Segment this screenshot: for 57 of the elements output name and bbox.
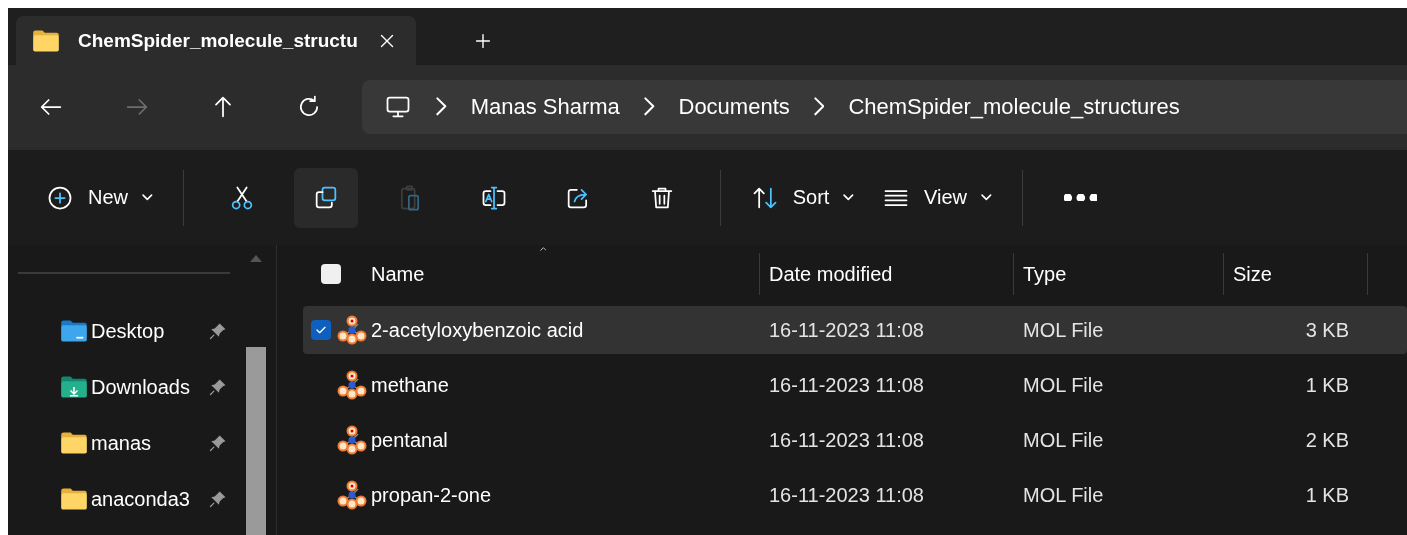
breadcrumb-link[interactable]: ChemSpider_molecule_structures <box>848 93 1180 120</box>
sidebar-item[interactable]: manas <box>8 418 244 468</box>
new-button[interactable]: New <box>32 167 167 228</box>
sort-button[interactable]: Sort <box>736 167 868 228</box>
sort-caret-icon <box>539 247 547 251</box>
folder-icon <box>32 28 60 53</box>
molecule-icon <box>337 425 367 455</box>
file-name: pentanal <box>371 428 449 452</box>
folder-icon <box>60 431 88 455</box>
file-row[interactable]: pentanal 16-11-2023 11:08 MOL File 2 KB <box>303 416 1407 464</box>
size-cell-text: 1 KB <box>1304 373 1350 397</box>
breadcrumb-link[interactable]: Documents <box>678 93 790 120</box>
chevron-down-icon <box>981 194 992 201</box>
molecule-icon <box>337 370 367 400</box>
folder-icon <box>60 487 88 511</box>
chevron-down-icon <box>142 194 153 201</box>
size-cell-text: 1 KB <box>1304 483 1350 507</box>
molecule-icon <box>337 315 367 345</box>
chevron-down-icon <box>843 194 854 201</box>
select-all-checkbox[interactable] <box>321 264 341 284</box>
file-name: 2-acetyloxybenzoic acid <box>371 318 585 342</box>
column-header[interactable]: Date modified <box>769 262 893 286</box>
chevron-icon <box>436 97 447 116</box>
sidebar-item[interactable]: Desktop <box>8 306 244 356</box>
file-row[interactable]: propan-2-one 16-11-2023 11:08 MOL File 1 KB <box>303 471 1407 519</box>
type-cell-text: MOL File <box>1022 428 1105 452</box>
file-row[interactable]: methane 16-11-2023 11:08 MOL File 1 KB <box>303 361 1407 409</box>
molecule-icon <box>337 480 367 510</box>
sidebar-item[interactable]: anaconda3 <box>8 474 244 524</box>
scrollbar-thumb[interactable] <box>246 347 266 535</box>
breadcrumb-link[interactable]: Manas Sharma <box>470 93 620 120</box>
date-cell-text: 16-11-2023 11:08 <box>768 318 925 342</box>
date-cell-text: 16-11-2023 11:08 <box>768 483 925 507</box>
copy-button[interactable] <box>293 167 358 228</box>
size-cell-text: 2 KB <box>1304 428 1350 452</box>
address-bar[interactable]: Manas Sharma Documents ChemSpider_molecule_structures <box>362 79 1407 134</box>
column-header[interactable]: Size <box>1233 262 1272 286</box>
sidebar-item[interactable]: Downloads <box>8 362 244 412</box>
size-cell-text: 3 KB <box>1304 318 1350 342</box>
file-row[interactable]: 2-acetyloxybenzoic acid 16-11-2023 11:08 MOL File 3 KB <box>303 306 1407 354</box>
type-cell-text: MOL File <box>1022 318 1105 342</box>
file-name: propan-2-one <box>371 483 493 507</box>
folder-tab[interactable]: ChemSpider_molecule_structu <box>16 16 416 65</box>
desktop-folder-icon <box>60 319 88 343</box>
file-name: methane <box>371 373 450 397</box>
date-cell-text: 16-11-2023 11:08 <box>768 428 925 452</box>
type-cell-text: MOL File <box>1022 373 1105 397</box>
column-header[interactable]: Name <box>371 262 425 286</box>
date-cell-text: 16-11-2023 11:08 <box>768 373 925 397</box>
row-checkbox[interactable] <box>311 320 331 340</box>
more-icon <box>1063 193 1098 202</box>
view-button[interactable]: View <box>868 167 1006 228</box>
chevron-icon <box>643 97 655 116</box>
column-header[interactable]: Type <box>1023 262 1067 286</box>
chevron-icon <box>813 97 825 116</box>
downloads-folder-icon <box>60 375 88 399</box>
type-cell-text: MOL File <box>1022 483 1105 507</box>
